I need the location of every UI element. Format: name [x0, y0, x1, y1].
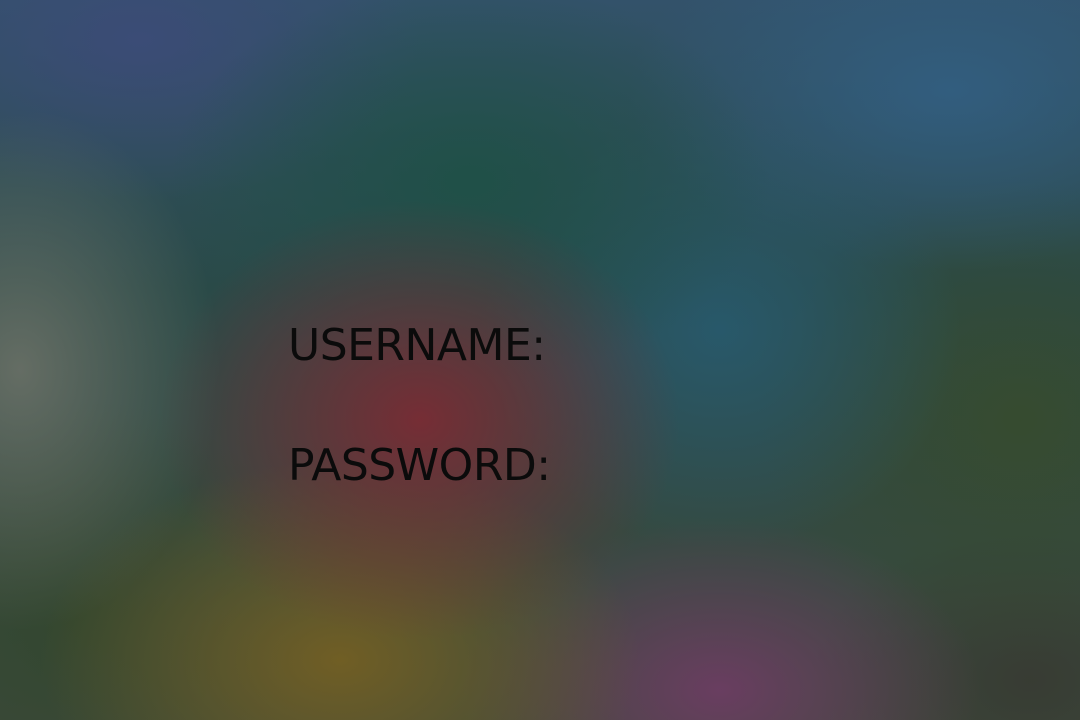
username-input[interactable] [565, 324, 865, 368]
password-label: PASSWORD: [288, 440, 551, 491]
login-form: USERNAME: PASSWORD: [0, 0, 1080, 720]
password-input[interactable] [565, 444, 865, 488]
username-label: USERNAME: [288, 320, 546, 371]
